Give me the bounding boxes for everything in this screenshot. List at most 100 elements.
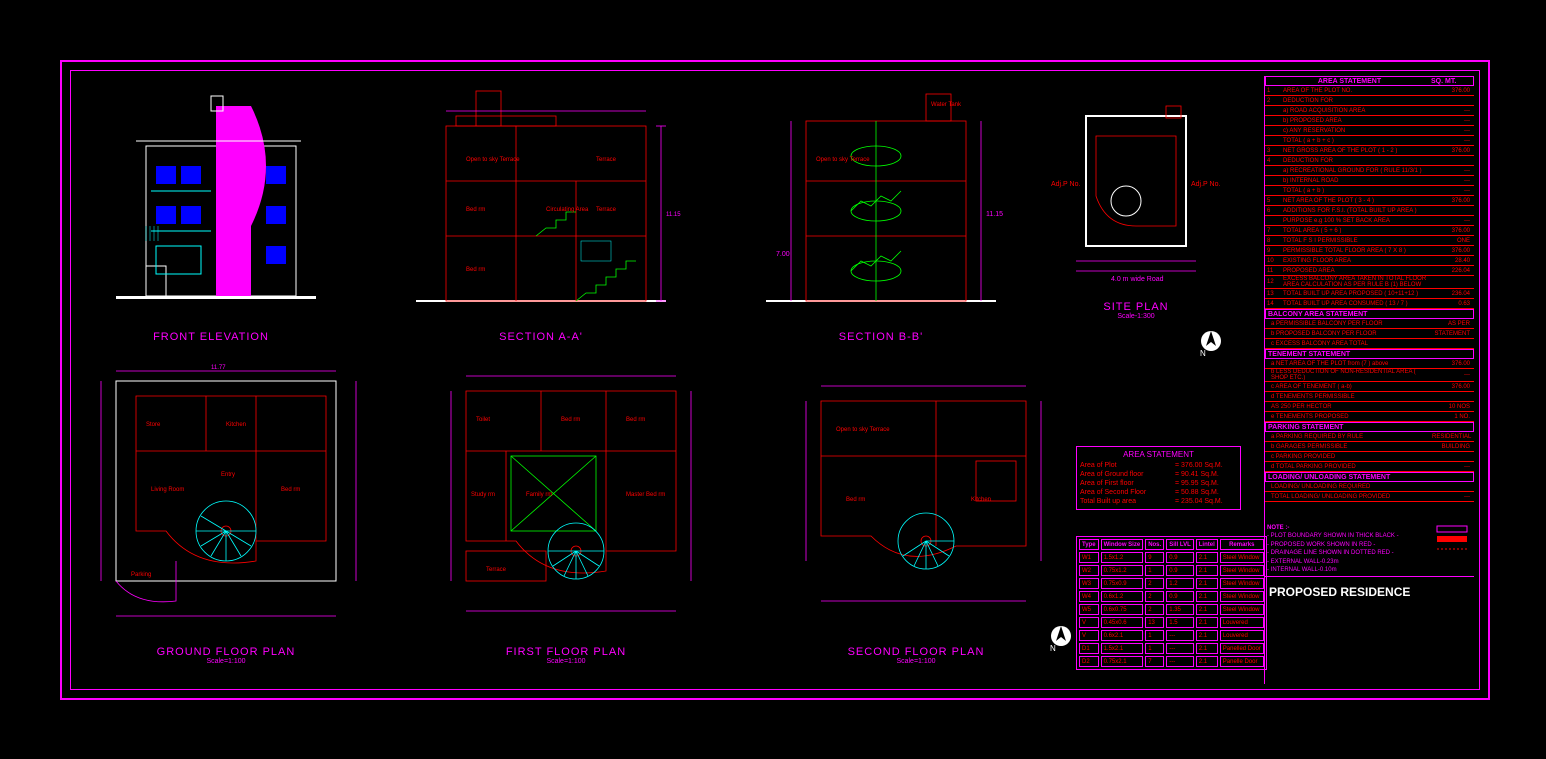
section-aa-title: SECTION A-A' (396, 331, 686, 343)
tenement-header: TENEMENT STATEMENT (1268, 351, 1350, 358)
titleblock-row: a NET AREA OF THE PLOT from (7 ) above37… (1265, 359, 1474, 369)
titleblock-row: 7TOTAL AREA ( 5 + 6 )376.00 (1265, 226, 1474, 236)
titleblock-row: 5NET AREA OF THE PLOT ( 3 - 4 )376.00 (1265, 196, 1474, 206)
titleblock-row: 1AREA OF THE PLOT NO.376.00 (1265, 86, 1474, 96)
titleblock-row: 9PERMISSIBLE TOTAL FLOOR AREA ( 7 X 8 )3… (1265, 246, 1474, 256)
svg-text:Bed rm: Bed rm (466, 207, 485, 213)
schedule-row: V0.6x2.11---2.1Louvered (1079, 630, 1264, 641)
titleblock-row: 8TOTAL F S I PERMISSIBLEONE (1265, 236, 1474, 246)
titleblock-row: 2DEDUCTION FOR (1265, 96, 1474, 106)
first-floor-scale: Scale=1:100 (416, 658, 716, 665)
ground-floor-svg: 11.77 Store Kitchen Living Room Bed rm E… (76, 361, 376, 641)
titleblock-row: 6ADDITIONS FOR F.S.I. (TOTAL BUILT UP AR… (1265, 206, 1474, 216)
schedule-row: D20.75x2.17---2.1Panelle Door (1079, 656, 1264, 667)
titleblock-row: 13TOTAL BUILT UP AREA PROPOSED ( 10+11+1… (1265, 289, 1474, 299)
svg-text:Study rm: Study rm (471, 492, 495, 498)
second-floor-title: SECOND FLOOR PLAN (776, 646, 1056, 658)
titleblock-row: b) PROPOSED AREA--- (1265, 116, 1474, 126)
loading-header: LOADING/ UNLOADING STATEMENT (1268, 474, 1390, 481)
titleblock-row: c PARKING PROVIDED (1265, 452, 1474, 462)
svg-text:Open to sky Terrace: Open to sky Terrace (816, 157, 870, 163)
ground-floor-scale: Scale=1:100 (76, 658, 376, 665)
svg-text:Bed rm: Bed rm (281, 487, 300, 493)
svg-text:Water Tank: Water Tank (931, 102, 962, 108)
north-arrow-icon: N (1046, 621, 1076, 651)
area-statement-box: AREA STATEMENT Area of Plot= 376.00 Sq.M… (1076, 446, 1241, 510)
balcony-header: BALCONY AREA STATEMENT (1268, 311, 1367, 318)
titleblock-row: a PARKING REQUIRED BY RULERESIDENTIAL (1265, 432, 1474, 442)
svg-text:Bed rm: Bed rm (846, 497, 865, 503)
svg-text:Terrace: Terrace (596, 157, 617, 163)
schedule-row: W20.75x1.210.92.1Steel Window (1079, 565, 1264, 576)
svg-text:Toilet: Toilet (476, 417, 490, 423)
schedule-header: Type (1079, 539, 1099, 550)
ground-floor-plan: 11.77 Store Kitchen Living Room Bed rm E… (76, 361, 376, 671)
area-statement-header: AREA STATEMENT (1268, 78, 1431, 85)
svg-text:N: N (1200, 349, 1206, 356)
titleblock-row: 10EXISTING FLOOR AREA28.40 (1265, 256, 1474, 266)
section-aa-drawing: 11.15 Open to sky Terrace Bed rm Circula… (396, 86, 686, 346)
svg-text:Store: Store (146, 422, 161, 428)
titleblock-row: 4DEDUCTION FOR (1265, 156, 1474, 166)
legend-swatches (1432, 524, 1472, 564)
svg-text:Bed rm: Bed rm (561, 417, 580, 423)
titleblock-row: 12EXCESS BALCONY AREA TAKEN IN TOTAL FLO… (1265, 276, 1474, 289)
svg-text:Living Room: Living Room (151, 487, 184, 493)
titleblock-row: d TENEMENTS PERMISSIBLE (1265, 392, 1474, 402)
area-row: Area of Plot= 376.00 Sq.M. (1080, 461, 1237, 470)
ground-floor-title: GROUND FLOOR PLAN (76, 646, 376, 658)
svg-text:11.15: 11.15 (666, 212, 681, 218)
svg-text:Entry: Entry (221, 472, 235, 478)
section-aa-svg: 11.15 Open to sky Terrace Bed rm Circula… (396, 86, 686, 326)
site-plan-drawing: Adj.P No. Adj.P No. 4.0 m wide Road SITE… (1046, 86, 1226, 356)
titleblock-row: a) RECREATIONAL GROUND FOR ( RULE 11/3/1… (1265, 166, 1474, 176)
schedule-header: Window Size (1101, 539, 1144, 550)
svg-text:Bed rm: Bed rm (626, 417, 645, 423)
notes-box: NOTE :- - PLOT BOUNDARY SHOWN IN THICK B… (1265, 522, 1474, 576)
schedule-header: Lintel (1196, 539, 1218, 550)
note-line: - INTERNAL WALL-0.10m (1267, 566, 1472, 574)
svg-text:Bed rm: Bed rm (466, 267, 485, 273)
svg-text:7.00: 7.00 (776, 251, 790, 258)
svg-text:11.15: 11.15 (986, 211, 1003, 218)
front-elevation-title: FRONT ELEVATION (86, 331, 336, 343)
titleblock-row: b) INTERNAL ROAD--- (1265, 176, 1474, 186)
north-arrow-icon: N (1196, 326, 1226, 356)
svg-text:Open to sky Terrace: Open to sky Terrace (836, 427, 890, 433)
schedule-header: Sill LVL (1166, 539, 1194, 550)
titleblock-row: c AREA OF TENEMENT ( a-b)376.00 (1265, 382, 1474, 392)
svg-text:Parking: Parking (131, 572, 151, 578)
titleblock-row: LOADING/ UNLOADING REQUIRED (1265, 482, 1474, 492)
area-row: Area of First floor= 95.95 Sq.M. (1080, 479, 1237, 488)
titleblock-row: e TENEMENTS PROPOSED1 NO. (1265, 412, 1474, 422)
schedule-row: V0.45x0.6131.52.1Louvered (1079, 617, 1264, 628)
titleblock-row: 3NET GROSS AREA OF THE PLOT ( 1 - 2 )376… (1265, 146, 1474, 156)
titleblock-row: c EXCESS BALCONY AREA TOTAL (1265, 339, 1474, 349)
svg-text:Terrace: Terrace (486, 567, 507, 573)
svg-text:Adj.P No.: Adj.P No. (1191, 181, 1220, 188)
second-floor-svg: Open to sky Terrace Bed rm Kitchen (776, 361, 1056, 641)
titleblock-row: d TOTAL PARKING PROVIDED--- (1265, 462, 1474, 472)
svg-text:Terrace: Terrace (596, 207, 617, 213)
parking-header: PARKING STATEMENT (1268, 424, 1343, 431)
second-floor-plan: Open to sky Terrace Bed rm Kitchen SECON… (776, 361, 1056, 671)
first-floor-title: FIRST FLOOR PLAN (416, 646, 716, 658)
svg-text:N: N (1050, 644, 1056, 651)
schedule-row: W11.5x1.290.92.1Steel Window (1079, 552, 1264, 563)
titleblock-row: 11PROPOSED AREA226.04 (1265, 266, 1474, 276)
svg-text:Kitchen: Kitchen (226, 422, 246, 428)
titleblock-row: PURPOSE e.g 100 % SET BACK AREA--- (1265, 216, 1474, 226)
section-bb-title: SECTION B-B' (756, 331, 1006, 343)
svg-text:Open to sky Terrace: Open to sky Terrace (466, 157, 520, 163)
area-row: Total Built up area= 235.04 Sq.M. (1080, 497, 1237, 506)
titleblock-row: a PERMISSIBLE BALCONY PER FLOORAS PER (1265, 319, 1474, 329)
area-row: Area of Second Floor= 50.88 Sq.M. (1080, 488, 1237, 497)
site-plan-title: SITE PLAN (1046, 301, 1226, 313)
titleblock-row: b GARAGES PERMISSIBLEBUILDING (1265, 442, 1474, 452)
project-title: PROPOSED RESIDENCE (1265, 576, 1474, 607)
titleblock-row: TOTAL LOADING/ UNLOADING PROVIDED--- (1265, 492, 1474, 502)
titleblock-row: TOTAL ( a + b )--- (1265, 186, 1474, 196)
first-floor-svg: Toilet Bed rm Bed rm Study rm Family rm … (416, 361, 716, 641)
titleblock-row: b PROPOSED BALCONY PER FLOORSTATEMENT (1265, 329, 1474, 339)
section-bb-svg: 11.15 7.00 Water Tank Open to sky Terrac… (756, 86, 1006, 326)
